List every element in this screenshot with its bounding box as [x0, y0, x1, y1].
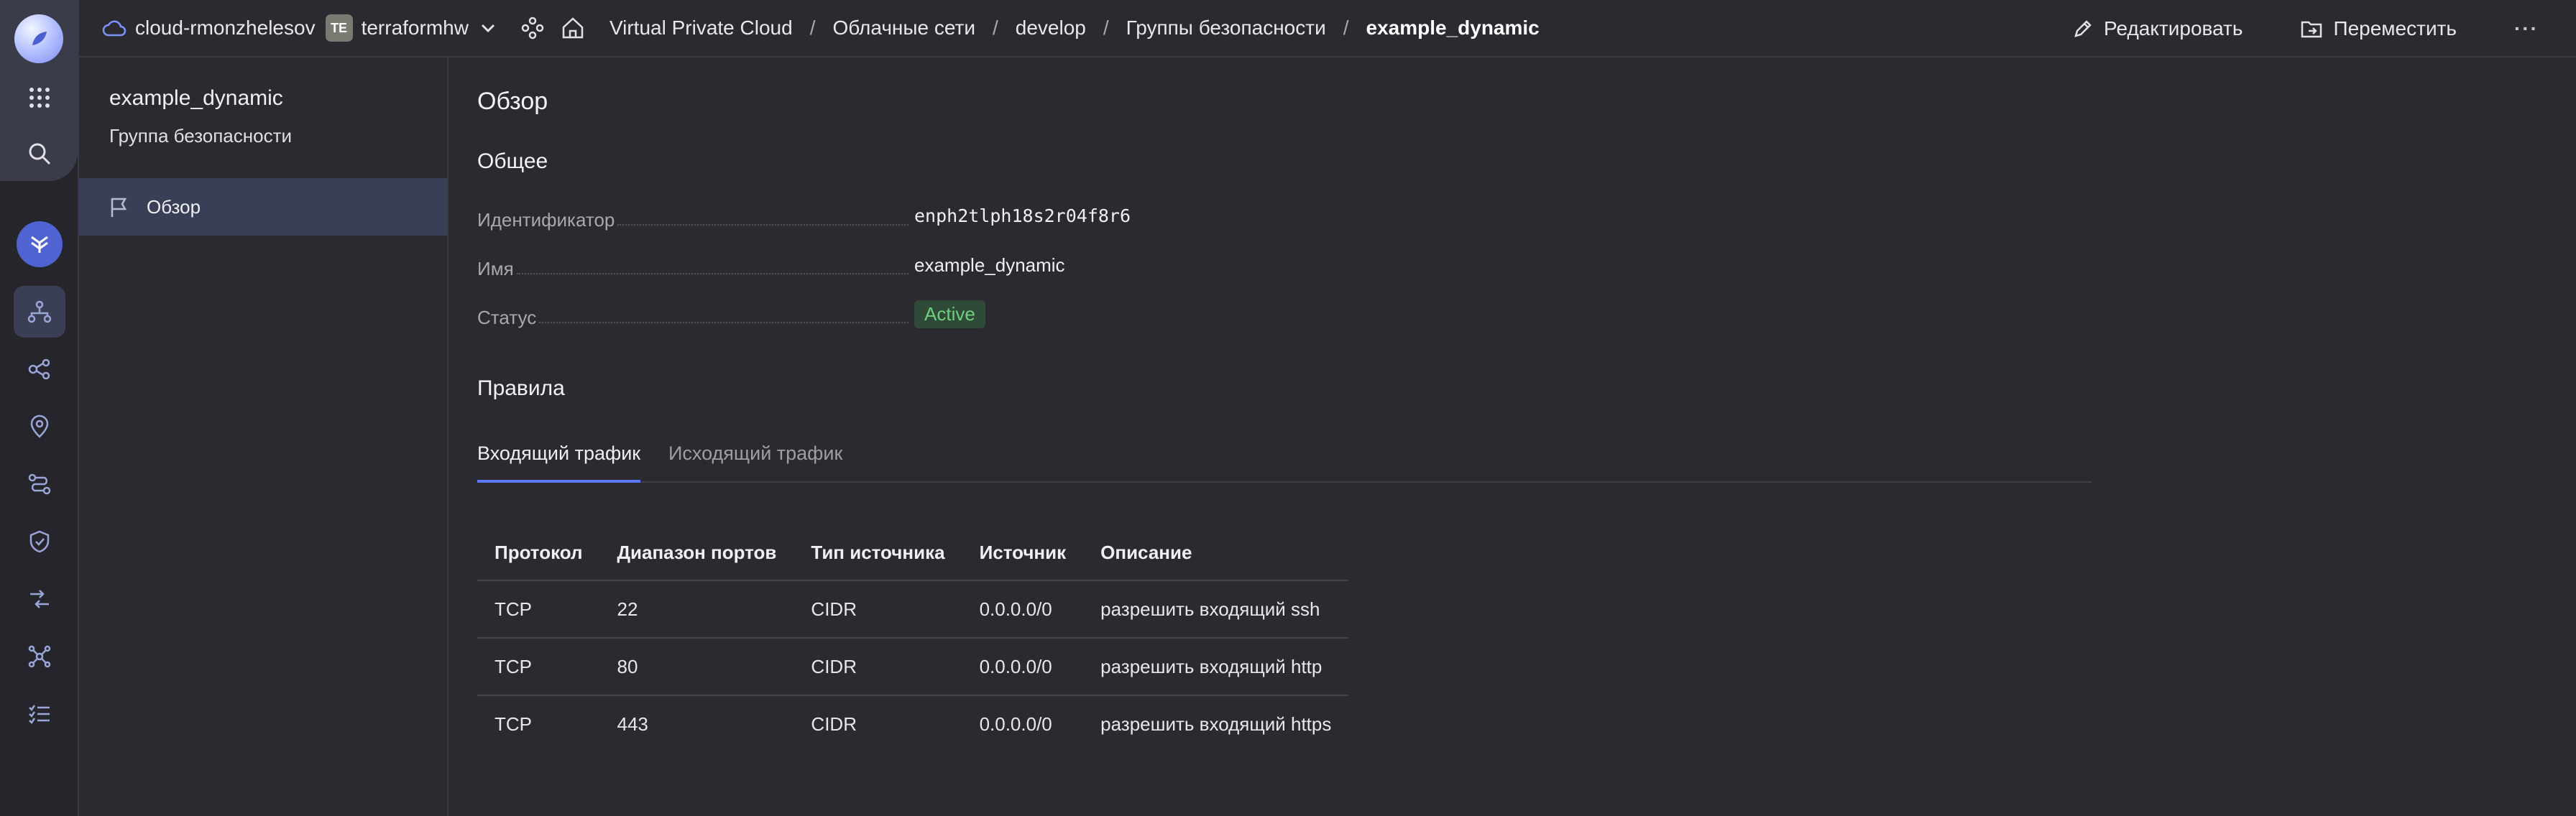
section-title-rules: Правила — [477, 376, 565, 400]
section-title-general: Общее — [477, 149, 548, 173]
column-header: Источник — [962, 526, 1084, 581]
cell-source: 0.0.0.0/0 — [962, 638, 1084, 696]
table-row[interactable]: TCP 443 CIDR 0.0.0.0/0 разрешить входящи… — [477, 695, 1348, 753]
cloud-icon — [102, 20, 126, 37]
chevron-down-icon[interactable] — [480, 23, 496, 33]
resource-title: example_dynamic — [109, 86, 283, 110]
topology-icon[interactable] — [14, 631, 65, 682]
table-header-row: Протокол Диапазон портов Тип источника И… — [477, 526, 1349, 581]
operations-list-icon[interactable] — [14, 688, 65, 740]
home-icon[interactable] — [561, 16, 585, 40]
security-groups-icon[interactable] — [14, 516, 65, 567]
cell-port-range: 443 — [617, 713, 648, 735]
column-header: Диапазон портов — [599, 526, 794, 581]
cell-description: разрешить входящий https — [1100, 713, 1332, 735]
folder-name: terraformhw — [361, 17, 469, 39]
edit-button-label: Редактировать — [2104, 17, 2243, 40]
leader-dots — [539, 322, 908, 323]
routing-tables-icon[interactable] — [14, 458, 65, 510]
resource-type: Группа безопасности — [109, 125, 292, 147]
ip-addresses-icon[interactable] — [14, 401, 65, 453]
leader-dots — [516, 273, 908, 274]
cell-description: разрешить входящий http — [1083, 638, 1349, 696]
cloud-selector[interactable]: cloud-rmonzhelesov — [102, 17, 316, 40]
table-row[interactable]: TCP 22 CIDR 0.0.0.0/0 разрешить входящий… — [477, 580, 1349, 639]
cell-protocol: TCP — [494, 713, 532, 735]
flag-icon — [111, 198, 127, 217]
tab-ingress[interactable]: Входящий трафик — [477, 442, 641, 483]
search-icon[interactable] — [14, 128, 65, 180]
resource-sidebar: example_dynamic Группа безопасности Обзо… — [79, 57, 448, 816]
sidebar-item-label: Обзор — [147, 195, 201, 218]
more-icon: ··· — [2514, 17, 2539, 40]
gateways-icon[interactable] — [14, 573, 65, 625]
breadcrumb-separator: / — [1343, 17, 1349, 39]
subnets-icon[interactable] — [14, 343, 65, 395]
yandex-cloud-logo-icon[interactable] — [14, 14, 63, 63]
breadcrumb-vpc[interactable]: Virtual Private Cloud — [610, 17, 793, 40]
breadcrumb-separator: / — [1103, 17, 1109, 39]
services-tree-icon[interactable] — [520, 16, 545, 40]
cell-source: 0.0.0.0/0 — [962, 580, 1084, 639]
breadcrumb-security-groups[interactable]: Группы безопасности — [1126, 17, 1326, 40]
property-label-text: Идентификатор — [477, 209, 615, 231]
main-content: Обзор Общее Идентификатор enph2tlph18s2r… — [477, 57, 2576, 816]
rules-table: Протокол Диапазон портов Тип источника И… — [477, 526, 1349, 753]
breadcrumb-current: example_dynamic — [1366, 17, 1540, 39]
leader-dots — [617, 224, 908, 226]
cell-source: 0.0.0.0/0 — [979, 713, 1052, 735]
navigation-rail — [0, 0, 79, 816]
property-label-name: Имя — [477, 251, 914, 280]
move-button[interactable]: Переместить — [2300, 17, 2457, 40]
vpc-service-icon[interactable] — [14, 218, 65, 270]
property-label-text: Имя — [477, 258, 514, 279]
cell-protocol: TCP — [477, 638, 600, 696]
more-actions-button[interactable]: ··· — [2514, 17, 2539, 40]
column-header: Описание — [1083, 526, 1349, 581]
cell-source-type: CIDR — [811, 713, 857, 735]
tab-egress[interactable]: Исходящий трафик — [668, 442, 842, 483]
sidebar-item-overview[interactable]: Обзор — [79, 178, 447, 236]
traffic-tabs: Входящий трафик Исходящий трафик — [477, 437, 2092, 483]
cell-port-range: 80 — [599, 638, 794, 696]
top-header: cloud-rmonzhelesov TE terraformhw Virtua… — [79, 0, 2576, 57]
cell-source-type: CIDR — [794, 580, 962, 639]
cell-description: разрешить входящий ssh — [1083, 580, 1349, 639]
breadcrumb-cloud-networks[interactable]: Облачные сети — [832, 17, 975, 40]
edit-button[interactable]: Редактировать — [2072, 17, 2242, 40]
property-label-id: Идентификатор — [477, 203, 914, 231]
breadcrumb-separator: / — [809, 17, 816, 39]
column-header: Протокол — [477, 526, 600, 581]
move-button-label: Переместить — [2333, 17, 2457, 40]
property-value-id: enph2tlph18s2r04f8r6 — [914, 205, 1131, 226]
cloud-name: cloud-rmonzhelesov — [135, 17, 316, 39]
folder-move-icon — [2301, 21, 2322, 38]
breadcrumb-network[interactable]: develop — [1016, 17, 1086, 40]
cell-source-type: CIDR — [794, 638, 962, 696]
table-row[interactable]: TCP 80 CIDR 0.0.0.0/0 разрешить входящий… — [477, 638, 1349, 696]
folder-selector[interactable]: TE terraformhw — [325, 14, 496, 42]
cell-protocol: TCP — [477, 580, 600, 639]
breadcrumb-separator: / — [992, 17, 998, 39]
cell-port-range: 22 — [599, 580, 794, 639]
property-label-text: Статус — [477, 307, 537, 328]
all-services-icon[interactable] — [14, 72, 65, 124]
property-label-status: Статус — [477, 300, 914, 329]
status-badge: Active — [914, 300, 985, 328]
property-value-name: example_dynamic — [914, 254, 1065, 276]
networks-icon[interactable] — [14, 286, 65, 338]
page-title: Обзор — [477, 88, 548, 115]
column-header: Тип источника — [794, 526, 962, 581]
folder-badge: TE — [325, 14, 353, 42]
pencil-icon — [2074, 20, 2092, 37]
